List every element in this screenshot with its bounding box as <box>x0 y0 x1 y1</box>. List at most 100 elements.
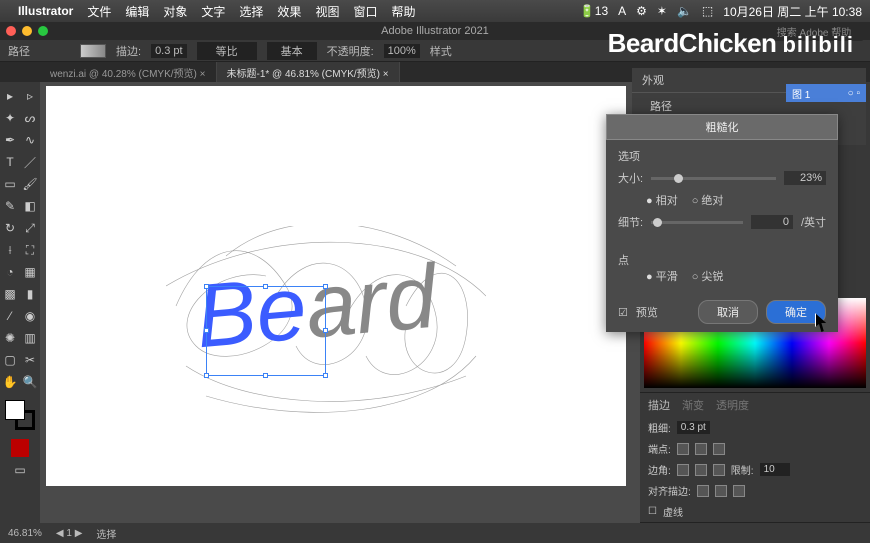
align-inside-icon[interactable] <box>715 485 727 497</box>
screen-mode-icon[interactable]: ▭ <box>11 461 29 479</box>
transparency-tab[interactable]: 透明度 <box>716 397 749 413</box>
mesh-tool-icon[interactable]: ▩ <box>1 285 19 303</box>
ok-button[interactable]: 确定 <box>766 300 826 324</box>
menu-help[interactable]: 帮助 <box>391 3 415 20</box>
weight-input[interactable]: 0.3 pt <box>677 421 710 434</box>
shape-builder-icon[interactable]: ◔ <box>1 263 19 281</box>
eyedropper-icon[interactable]: ⁄ <box>1 307 19 325</box>
slice-tool-icon[interactable]: ✂ <box>21 351 39 369</box>
dashed-checkbox[interactable]: ☐ <box>648 506 657 517</box>
width-profile[interactable]: 等比 <box>197 42 257 60</box>
wifi-icon[interactable]: ✶ <box>657 4 667 18</box>
pen-tool-icon[interactable]: ✒ <box>1 131 19 149</box>
width-tool-icon[interactable]: ⟊ <box>1 241 19 259</box>
app-name[interactable]: Illustrator <box>18 4 73 18</box>
fill-stroke-indicator[interactable] <box>5 400 35 430</box>
stroke-panel: 描边 渐变 透明度 粗细: 0.3 pt 端点: 边角: 限制: 10 对齐描边… <box>640 393 870 523</box>
menu-view[interactable]: 视图 <box>315 3 339 20</box>
zoom-tool-icon[interactable]: 🔍 <box>21 373 39 391</box>
roughen-dialog: 粗糙化 选项 大小: 23% 相对 绝对 细节: 0 /英寸 点 平滑 尖锐 ☑… <box>606 114 838 332</box>
window-controls[interactable] <box>6 26 48 36</box>
cap-round-icon[interactable] <box>695 443 707 455</box>
points-heading: 点 <box>618 252 826 268</box>
eraser-tool-icon[interactable]: ◧ <box>21 197 39 215</box>
fill-color[interactable] <box>5 400 25 420</box>
close-tab-icon[interactable]: × <box>383 69 389 80</box>
preview-checkbox[interactable]: ☑ <box>618 306 628 319</box>
artboard-nav[interactable]: ◀ 1 ▶ <box>56 528 83 539</box>
artboard[interactable]: Beard <box>46 86 626 486</box>
corner-radio[interactable]: 尖锐 <box>692 268 724 284</box>
curvature-tool-icon[interactable]: ∿ <box>21 131 39 149</box>
minimize-icon[interactable] <box>22 26 32 36</box>
menu-select[interactable]: 选择 <box>239 3 263 20</box>
detail-label: 细节: <box>618 214 643 230</box>
menu-file[interactable]: 文件 <box>87 3 111 20</box>
stroke-tab[interactable]: 描边 <box>648 397 670 413</box>
menu-object[interactable]: 对象 <box>163 3 187 20</box>
gradient-tab[interactable]: 渐变 <box>682 397 704 413</box>
menu-edit[interactable]: 编辑 <box>125 3 149 20</box>
zoom-icon[interactable] <box>38 26 48 36</box>
selection-bounds[interactable] <box>206 286 326 376</box>
direct-select-tool-icon[interactable]: ▹ <box>21 87 39 105</box>
cancel-button[interactable]: 取消 <box>698 300 758 324</box>
layer-badge[interactable]: 图 1○ ▫ <box>786 84 866 102</box>
perspective-icon[interactable]: ▦ <box>21 263 39 281</box>
relative-radio[interactable]: 相对 <box>646 192 678 208</box>
clock[interactable]: 10月26日 周二 上午 10:38 <box>723 3 862 20</box>
hand-tool-icon[interactable]: ✋ <box>1 373 19 391</box>
bluetooth-icon[interactable]: ⚙ <box>636 4 647 18</box>
lasso-tool-icon[interactable]: ᔕ <box>21 109 39 127</box>
appearance-button[interactable]: 样式 <box>430 43 452 59</box>
volume-icon[interactable]: 🔈 <box>677 4 692 18</box>
dialog-title: 粗糙化 <box>606 114 838 140</box>
close-tab-icon[interactable]: × <box>200 69 206 80</box>
document-tab[interactable]: 未标题-1* @ 46.81% (CMYK/预览) × <box>217 62 400 83</box>
detail-value[interactable]: 0 <box>751 215 793 229</box>
menu-window[interactable]: 窗口 <box>353 3 377 20</box>
scale-tool-icon[interactable]: ⤢ <box>21 219 39 237</box>
wand-tool-icon[interactable]: ✦ <box>1 109 19 127</box>
menu-effect[interactable]: 效果 <box>277 3 301 20</box>
input-method-icon[interactable]: A <box>618 4 626 18</box>
join-bevel-icon[interactable] <box>713 464 725 476</box>
artboard-tool-icon[interactable]: ▢ <box>1 351 19 369</box>
align-outside-icon[interactable] <box>733 485 745 497</box>
cap-butt-icon[interactable] <box>677 443 689 455</box>
cap-square-icon[interactable] <box>713 443 725 455</box>
menu-type[interactable]: 文字 <box>201 3 225 20</box>
rect-tool-icon[interactable]: ▭ <box>1 175 19 193</box>
brush-style[interactable]: 基本 <box>267 42 317 60</box>
document-tab[interactable]: wenzi.ai @ 40.28% (CMYK/预览) × <box>40 62 217 83</box>
free-transform-icon[interactable]: ⛶ <box>21 241 39 259</box>
stroke-weight-input[interactable]: 0.3 pt <box>151 44 187 58</box>
rotate-tool-icon[interactable]: ↻ <box>1 219 19 237</box>
shaper-tool-icon[interactable]: ✎ <box>1 197 19 215</box>
blend-tool-icon[interactable]: ◉ <box>21 307 39 325</box>
type-tool-icon[interactable]: T <box>1 153 19 171</box>
close-icon[interactable] <box>6 26 16 36</box>
limit-input[interactable]: 10 <box>760 463 790 476</box>
control-center-icon[interactable]: ⬚ <box>702 4 713 18</box>
gradient-tool-icon[interactable]: ▮ <box>21 285 39 303</box>
join-round-icon[interactable] <box>695 464 707 476</box>
line-tool-icon[interactable]: ／ <box>21 153 39 171</box>
join-miter-icon[interactable] <box>677 464 689 476</box>
symbol-sprayer-icon[interactable]: ✺ <box>1 329 19 347</box>
detail-slider[interactable] <box>651 221 743 224</box>
align-center-icon[interactable] <box>697 485 709 497</box>
stroke-swatch[interactable] <box>80 44 106 58</box>
smooth-radio[interactable]: 平滑 <box>646 268 678 284</box>
size-slider[interactable] <box>651 177 776 180</box>
cursor-icon <box>815 313 831 333</box>
opacity-input[interactable]: 100% <box>384 44 420 58</box>
selection-tool-icon[interactable]: ▸ <box>1 87 19 105</box>
zoom-level[interactable]: 46.81% <box>8 528 42 539</box>
absolute-radio[interactable]: 绝对 <box>692 192 724 208</box>
graph-tool-icon[interactable]: ▥ <box>21 329 39 347</box>
size-value[interactable]: 23% <box>784 171 826 185</box>
brush-tool-icon[interactable]: 🖌 <box>21 175 39 193</box>
canvas[interactable]: Beard <box>40 82 640 523</box>
color-mode-icon[interactable] <box>11 439 29 457</box>
